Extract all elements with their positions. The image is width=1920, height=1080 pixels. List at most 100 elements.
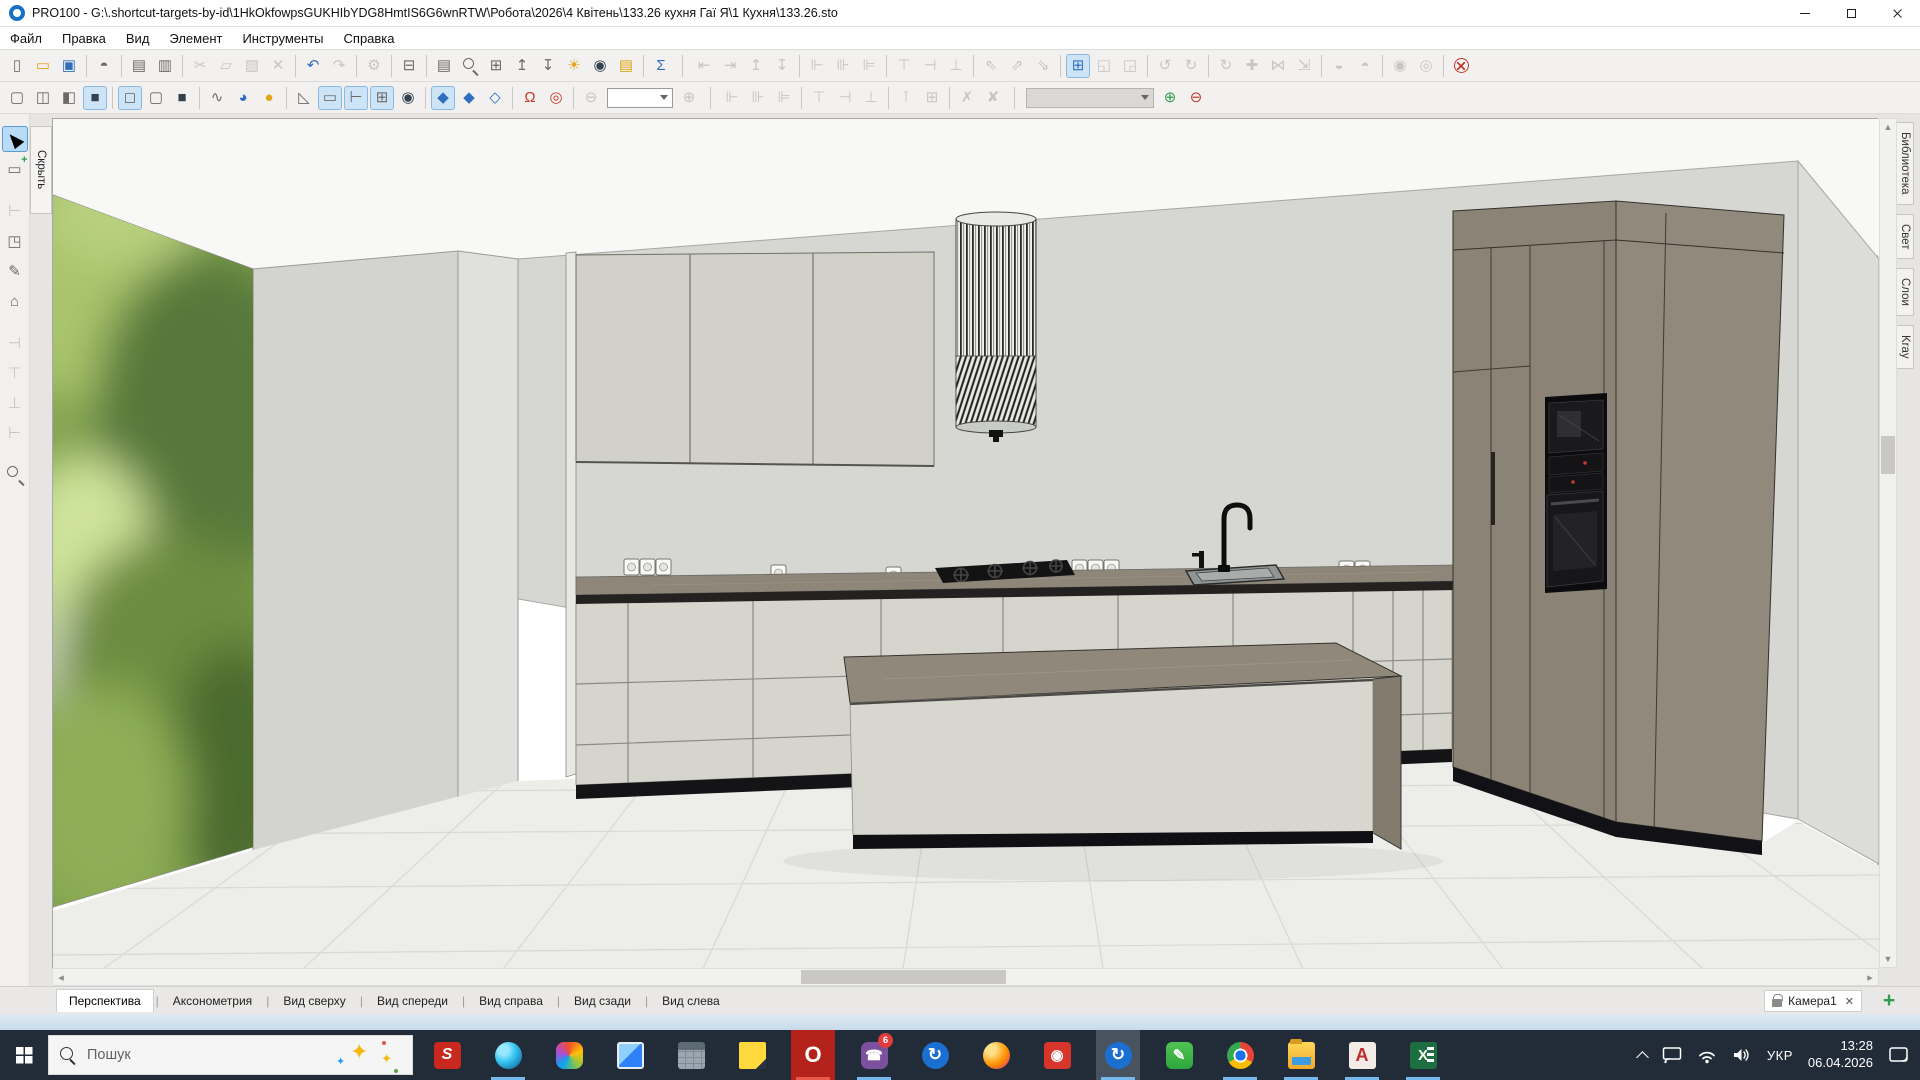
taskbar-app-green[interactable]: ✎ [1157,1030,1201,1080]
resize-right-button[interactable]: ⇥ [718,54,742,78]
panel-tab-4[interactable]: Kray [1897,325,1914,369]
kitchen-island[interactable] [844,643,1401,849]
align-2-button[interactable]: ⊣ [833,86,857,110]
hidden-icons-chevron[interactable] [1636,1051,1649,1064]
panel-tab-1[interactable]: Библиотека [1897,122,1914,205]
distribute-3-button[interactable]: ⊫ [772,86,796,110]
panel-tab-3[interactable]: Слои [1897,268,1914,316]
view-axonometry-button[interactable]: ▢ [144,86,168,110]
copy-button[interactable]: ▱ [214,54,238,78]
tool-eyedropper-button[interactable]: ✎ [2,258,28,284]
vertical-scrollbar[interactable]: ▲ ▼ [1879,118,1897,968]
hide-panel-tab[interactable]: Скрыть [30,126,52,214]
distribute-2-button[interactable]: ⊪ [746,86,770,110]
tool-zoom-button[interactable] [2,462,28,488]
price-list-button[interactable]: ▤ [614,54,638,78]
wall-right[interactable] [1798,161,1879,864]
taskbar-app-sketchup[interactable]: S [425,1030,469,1080]
menu-4[interactable]: Элемент [159,27,232,49]
redo-button[interactable]: ↷ [327,54,351,78]
center-view-button[interactable] [1449,54,1473,78]
tool-measure-button[interactable]: ⊢ [2,198,28,224]
snap-center-button[interactable]: ◎ [544,86,568,110]
zoom-level-dropdown[interactable] [607,88,673,108]
delete-button[interactable]: ✕ [266,54,290,78]
taskbar-app-edge[interactable] [486,1030,530,1080]
vertical-scroll-thumb[interactable] [1881,436,1895,474]
material-remove-button[interactable]: ⊖ [1184,86,1208,110]
tall-cabinets[interactable] [1453,201,1784,855]
language-indicator[interactable]: УКР [1767,1048,1793,1063]
settings-button[interactable]: ⚙ [362,54,386,78]
taskbar-app-copilot[interactable] [547,1030,591,1080]
taskbar-app-pro100[interactable]: ↻ [1096,1030,1140,1080]
rotate-x-button[interactable]: ⇖ [979,54,1003,78]
light-bulb-button[interactable]: ● [257,86,281,110]
rotate-z-button[interactable]: ⇘ [1031,54,1055,78]
taskbar-app-calculator[interactable] [669,1030,713,1080]
maximize-button[interactable] [1828,0,1874,27]
summary-button[interactable]: Σ [649,54,673,78]
resize-left-button[interactable]: ⇤ [692,54,716,78]
rotate-y-button[interactable]: ⇗ [1005,54,1029,78]
microwave-oven[interactable] [1549,400,1603,453]
tool-2-button[interactable]: ✘ [981,86,1005,110]
material-dropdown[interactable] [1026,88,1154,108]
open-button[interactable]: ▭ [31,54,55,78]
built-in-appliances[interactable] [1545,393,1607,593]
taskbar-app-firefox[interactable] [974,1030,1018,1080]
move-button[interactable]: ✚ [1240,54,1264,78]
taskbar-app-chrome[interactable] [1218,1030,1262,1080]
tool-1-button[interactable]: ✗ [955,86,979,110]
menu-6[interactable]: Справка [334,27,405,49]
magnet-button[interactable]: Ω [518,86,542,110]
scroll-up-icon[interactable]: ▲ [1880,119,1896,135]
contours-button[interactable]: ◉ [396,86,420,110]
camera-tab-close-icon[interactable]: ✕ [1845,995,1854,1008]
menu-3[interactable]: Вид [116,27,160,49]
align-bottom-button[interactable]: ⊥ [944,54,968,78]
view-hidden-line-button[interactable]: ◫ [31,86,55,110]
cast-display-icon[interactable] [1662,1046,1682,1064]
tool-new-element-button[interactable]: ▭ [2,156,28,182]
space-3-button[interactable]: ⊫ [857,54,881,78]
view-perspective-button[interactable]: ◻ [118,86,142,110]
align-3-button[interactable]: ⊥ [859,86,883,110]
close-button[interactable] [1874,0,1920,27]
grid-button[interactable]: ⊞ [370,86,394,110]
save-button[interactable]: ▣ [57,54,81,78]
add-view-button[interactable]: + [1876,988,1902,1014]
report-button[interactable]: ▤ [432,54,456,78]
snapshot-button[interactable]: ◓ [92,54,116,78]
resize-up-button[interactable]: ↥ [744,54,768,78]
print-preview-button[interactable]: ▥ [153,54,177,78]
ungroup-button[interactable]: ◲ [1118,54,1142,78]
structure-button[interactable]: ⊟ [397,54,421,78]
move-up-button[interactable]: ↥ [510,54,534,78]
dimensions-button[interactable]: ⊢ [344,86,368,110]
taskbar-search[interactable]: Пошук ✦✦✦ [48,1035,413,1075]
view-shaded-button[interactable]: ◧ [57,86,81,110]
tool-connector-button[interactable]: ◳ [2,228,28,254]
minimize-button[interactable] [1782,0,1828,27]
cooker-hood[interactable] [956,212,1036,442]
rotate-left-button[interactable]: ↺ [1153,54,1177,78]
taskbar-app-viber[interactable]: ☎6 [852,1030,896,1080]
mirror-button[interactable]: ⋈ [1266,54,1290,78]
taskbar-app-irfan[interactable]: ◉ [1035,1030,1079,1080]
rotate-right-button[interactable]: ↻ [1179,54,1203,78]
taskbar-app-excel[interactable]: X [1401,1030,1445,1080]
eraser-button[interactable]: ◺ [292,86,316,110]
level-1-button[interactable]: ⊺ [894,86,918,110]
space-2-button[interactable]: ⊪ [831,54,855,78]
tool-dim-right-button[interactable]: ⊢ [2,420,28,446]
tool-dim-top-button[interactable]: ⊤ [2,360,28,386]
panel-tab-2[interactable]: Свет [1897,214,1914,260]
menu-2[interactable]: Правка [52,27,116,49]
view-tab-7[interactable]: Вид слева [650,990,732,1012]
plumbing-button[interactable]: ∿ [205,86,229,110]
taskbar-app-photos[interactable] [608,1030,652,1080]
oven[interactable] [1547,491,1603,587]
view-tab-4[interactable]: Вид спереди [365,990,460,1012]
taskbar-app-pro100[interactable]: ↻ [913,1030,957,1080]
